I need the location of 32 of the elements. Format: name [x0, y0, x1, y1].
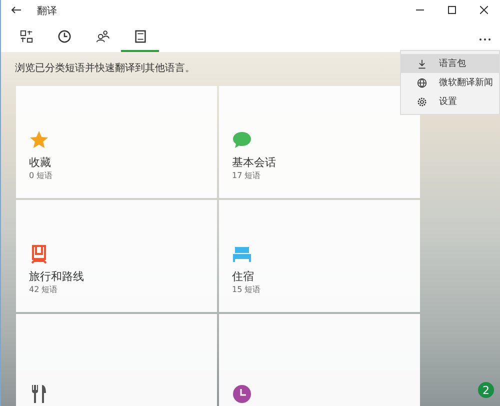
- more-icon: [479, 38, 491, 41]
- book-icon: [132, 28, 148, 44]
- category-name: 住宿: [232, 269, 255, 284]
- download-icon: [417, 58, 427, 68]
- settings-icon: [417, 96, 427, 106]
- bed-icon: [232, 244, 252, 264]
- category-name: 基本会话: [232, 155, 277, 170]
- speech-bubble-icon: [232, 130, 252, 150]
- clock-icon: [56, 28, 72, 44]
- category-tile[interactable]: 住宿 15 短语: [219, 200, 420, 312]
- phrase-count: 42 短语: [29, 284, 59, 295]
- clock-icon: [232, 384, 252, 404]
- phrase-count: 17 短语: [232, 170, 262, 181]
- maximize-icon: [448, 6, 456, 14]
- category-name: 旅行和路线: [29, 269, 85, 284]
- phrase-count: 15 短语: [232, 284, 262, 295]
- category-tile[interactable]: 基本会话 17 短语: [219, 86, 420, 198]
- phrase-count: 0 短语: [29, 170, 54, 181]
- category-tile[interactable]: [219, 314, 420, 406]
- category-name: 收藏: [29, 155, 52, 170]
- category-tile[interactable]: [16, 314, 217, 406]
- category-tile[interactable]: 收藏 0 短语: [16, 86, 217, 198]
- star-icon: [29, 130, 49, 150]
- back-arrow-icon: [11, 6, 21, 14]
- menu-item[interactable]: 语言包: [401, 54, 499, 73]
- window-title: 翻译: [37, 4, 57, 18]
- category-tile[interactable]: 旅行和路线 42 短语: [16, 200, 217, 312]
- globe-icon: [417, 78, 427, 88]
- fork-knife-icon: [29, 384, 49, 404]
- close-icon: [480, 6, 488, 14]
- people-icon: [94, 28, 110, 44]
- description-text: 浏览已分类短语并快速翻译到其他语言。: [15, 63, 195, 74]
